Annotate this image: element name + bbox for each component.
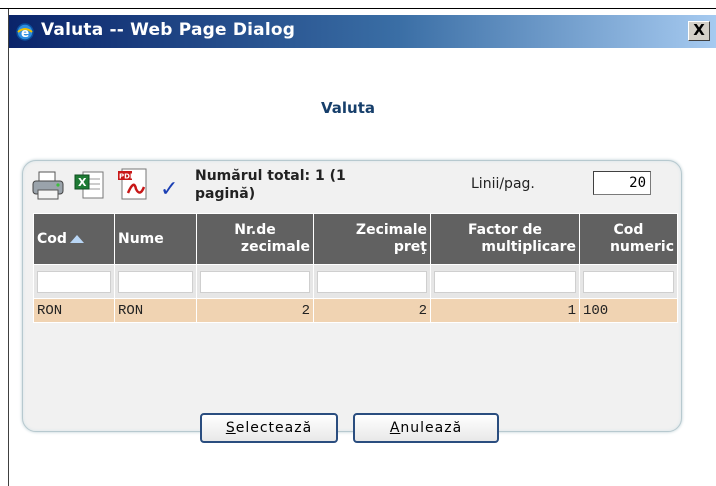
cell-nume: RON [114,298,197,323]
cell-factor: 1 [430,298,580,323]
total-count: Numărul total: 1 (1 pagină) [195,168,346,202]
grid-panel: X PDF ✓ Numărul total: 1 (1 pagină) Lini… [22,160,682,443]
rows-per-page-input[interactable] [593,171,651,195]
table-header-row: Cod Nume Nr.de zecimale Zecimale preţ Fa [33,213,678,265]
filter-input-nr-zecimale[interactable] [200,270,310,293]
print-icon[interactable] [31,171,65,201]
column-header-nume[interactable]: Nume [114,213,197,265]
close-button[interactable]: X [688,21,710,41]
rows-per-page-label: Linii/pag. [471,176,535,192]
svg-text:X: X [78,176,87,189]
top-border [0,8,716,9]
cell-nr-zecimale: 2 [196,298,314,323]
column-header-nr-zecimale[interactable]: Nr.de zecimale [196,213,314,265]
filter-cell-nume [114,264,197,299]
cell-cod-numeric: 100 [579,298,678,323]
check-icon[interactable]: ✓ [160,179,178,201]
currency-table: Cod Nume Nr.de zecimale Zecimale preţ Fa [33,213,678,323]
ie-icon: e [16,23,34,41]
left-border [8,9,9,486]
filter-cell-nr-zecimale [196,264,314,299]
svg-text:PDF: PDF [119,173,135,181]
filter-cell-cod-numeric [579,264,678,299]
excel-icon[interactable]: X [73,169,105,201]
select-button[interactable]: Selectează [200,413,338,443]
filter-input-factor[interactable] [434,270,576,293]
close-icon: X [693,21,705,39]
column-header-cod-numeric[interactable]: Cod numeric [579,213,678,265]
cancel-button[interactable]: Anulează [353,413,499,443]
table-row[interactable]: RON RON 2 2 1 100 [33,298,678,323]
cell-cod: RON [33,298,115,323]
svg-text:e: e [21,26,29,40]
sort-ascending-icon [69,234,84,243]
filter-input-zecimale-pret[interactable] [317,270,427,293]
column-header-factor-multiplicare[interactable]: Factor de multiplicare [430,213,580,265]
dialog-heading: Valuta [320,99,376,117]
column-header-cod[interactable]: Cod [33,213,115,265]
filter-cell-zecimale-pret [313,264,431,299]
pdf-icon[interactable]: PDF [118,167,152,203]
window-titlebar[interactable]: e Valuta -- Web Page Dialog X [9,15,716,48]
filter-input-cod-numeric[interactable] [583,270,674,293]
cell-zecimale-pret: 2 [313,298,431,323]
dialog-client-area: Valuta X PDF ✓ Numărul total: 1 (1 pagin… [10,50,716,486]
window-title: Valuta -- Web Page Dialog [41,20,296,40]
column-header-zecimale-pret[interactable]: Zecimale preţ [313,213,431,265]
filter-input-nume[interactable] [118,270,193,293]
filter-input-cod[interactable] [37,270,111,293]
filter-cell-factor [430,264,580,299]
filter-cell-cod [33,264,115,299]
filter-row [33,264,678,299]
